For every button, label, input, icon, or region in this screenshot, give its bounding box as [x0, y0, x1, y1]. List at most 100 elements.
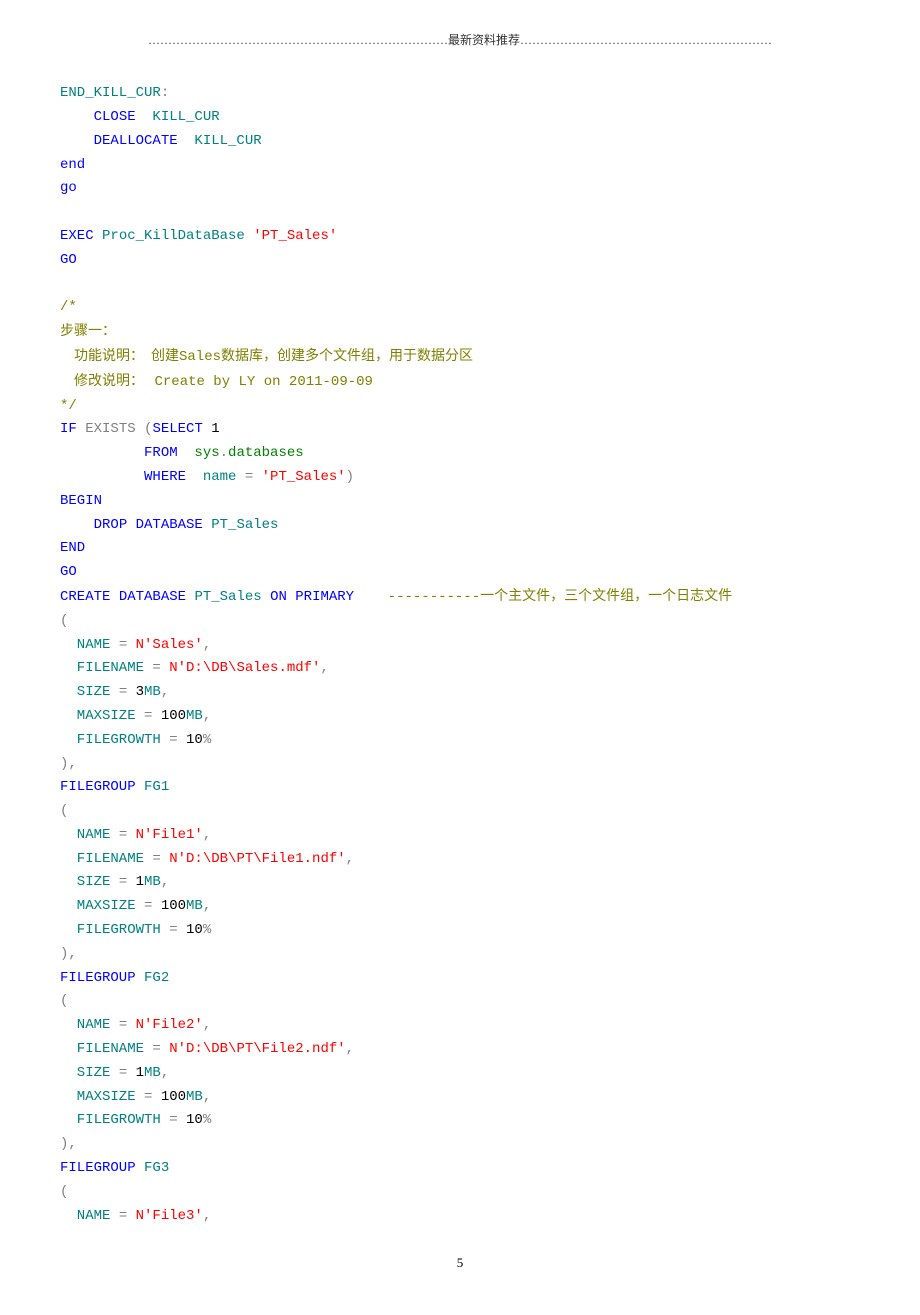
code-token: SIZE — [60, 874, 119, 890]
code-token: FILEGROWTH — [60, 1112, 169, 1128]
code-token: Create by LY on 2011-09-09 — [155, 374, 373, 390]
code-token: ( — [60, 803, 68, 819]
code-token: = — [152, 660, 160, 676]
code-token: 100 — [152, 708, 186, 724]
code-token: databases — [228, 445, 304, 461]
code-token: END — [60, 540, 85, 556]
code-token: DATABASE — [110, 589, 186, 605]
code-token: , — [346, 1041, 354, 1057]
code-token: MB — [144, 1065, 161, 1081]
code-token: , — [346, 851, 354, 867]
code-token: 100 — [152, 898, 186, 914]
code-token: GO — [60, 252, 77, 268]
code-token: 步骤一： — [60, 324, 116, 339]
code-token: 'PT_Sales' — [253, 228, 337, 244]
code-token: NAME — [60, 1017, 119, 1033]
code-token: FG2 — [136, 970, 170, 986]
code-token: IF — [60, 421, 77, 437]
code-token: , — [203, 637, 211, 653]
code-token: 一个主文件，三个文件组，一个日志文件 — [480, 589, 732, 604]
code-token: SELECT — [152, 421, 202, 437]
code-token: KILL_CUR — [136, 109, 220, 125]
code-token: END_KILL_CUR — [60, 85, 161, 101]
code-token: SIZE — [60, 1065, 119, 1081]
code-token: 100 — [152, 1089, 186, 1105]
code-token: ----------- — [354, 589, 480, 605]
code-token: ), — [60, 946, 77, 962]
code-token: = — [169, 732, 177, 748]
code-token: N'D:\DB\PT\File2.ndf' — [161, 1041, 346, 1057]
code-token: : — [161, 85, 169, 101]
code-token: N'File3' — [127, 1208, 203, 1224]
code-token: NAME — [60, 637, 119, 653]
code-token: , — [161, 1065, 169, 1081]
code-token: 功能说明： 创建 — [60, 349, 179, 364]
code-token: CREATE — [60, 589, 110, 605]
code-token: = — [119, 684, 127, 700]
code-token: FILENAME — [60, 851, 152, 867]
code-token: FILENAME — [60, 660, 152, 676]
code-token: 'PT_Sales' — [253, 469, 345, 485]
code-token: MAXSIZE — [60, 1089, 144, 1105]
code-token: , — [320, 660, 328, 676]
code-token: = — [119, 1065, 127, 1081]
code-token: end — [60, 157, 85, 173]
code-token: go — [60, 180, 77, 196]
code-token: SIZE — [60, 684, 119, 700]
code-token: FILEGROWTH — [60, 922, 169, 938]
code-token: % — [203, 922, 211, 938]
code-token: , — [203, 898, 211, 914]
code-token: , — [203, 1017, 211, 1033]
code-token: NAME — [60, 827, 119, 843]
code-token: FILEGROWTH — [60, 732, 169, 748]
code-token: = — [245, 469, 253, 485]
code-token: N'D:\DB\Sales.mdf' — [161, 660, 321, 676]
code-token: FILENAME — [60, 1041, 152, 1057]
code-token: WHERE — [144, 469, 186, 485]
code-token: , — [203, 1089, 211, 1105]
page-number: 5 — [60, 1252, 860, 1274]
code-token: , — [161, 684, 169, 700]
code-token: = — [119, 827, 127, 843]
code-token: = — [119, 1017, 127, 1033]
code-token: FG3 — [136, 1160, 170, 1176]
code-token: = — [152, 851, 160, 867]
code-token: EXEC — [60, 228, 94, 244]
code-token: sys — [178, 445, 220, 461]
code-token: N'File2' — [127, 1017, 203, 1033]
code-token: name — [186, 469, 245, 485]
code-token: = — [169, 922, 177, 938]
code-token: = — [119, 637, 127, 653]
code-token: 3 — [127, 684, 144, 700]
code-token: 10 — [178, 922, 203, 938]
code-token: 10 — [178, 732, 203, 748]
code-token: 1 — [127, 874, 144, 890]
code-token: FG1 — [136, 779, 170, 795]
code-token: */ — [60, 398, 77, 414]
code-token: FILEGROUP — [60, 970, 136, 986]
code-token: = — [119, 1208, 127, 1224]
code-token: ), — [60, 1136, 77, 1152]
code-token: = — [119, 874, 127, 890]
code-token: 数据库，创建多个文件组，用于数据分区 — [221, 349, 473, 364]
code-token: ) — [346, 469, 354, 485]
code-token: , — [203, 827, 211, 843]
code-token: PRIMARY — [287, 589, 354, 605]
code-token: PT_Sales — [203, 517, 279, 533]
code-token: DROP — [94, 517, 128, 533]
document-page: …………………………………………………………………最新资料推荐………………………… — [0, 0, 920, 1315]
code-token: DEALLOCATE — [94, 133, 178, 149]
code-token: 1 — [203, 421, 220, 437]
code-token: = — [152, 1041, 160, 1057]
code-token: % — [203, 1112, 211, 1128]
code-token: MB — [144, 874, 161, 890]
code-token: Sales — [179, 349, 221, 365]
code-token: . — [220, 445, 228, 461]
code-token: 修改说明： — [60, 374, 155, 389]
code-token: MAXSIZE — [60, 898, 144, 914]
code-token: , — [161, 874, 169, 890]
code-token: ), — [60, 756, 77, 772]
code-token: N'Sales' — [127, 637, 203, 653]
code-token: MAXSIZE — [60, 708, 144, 724]
code-token: 1 — [127, 1065, 144, 1081]
